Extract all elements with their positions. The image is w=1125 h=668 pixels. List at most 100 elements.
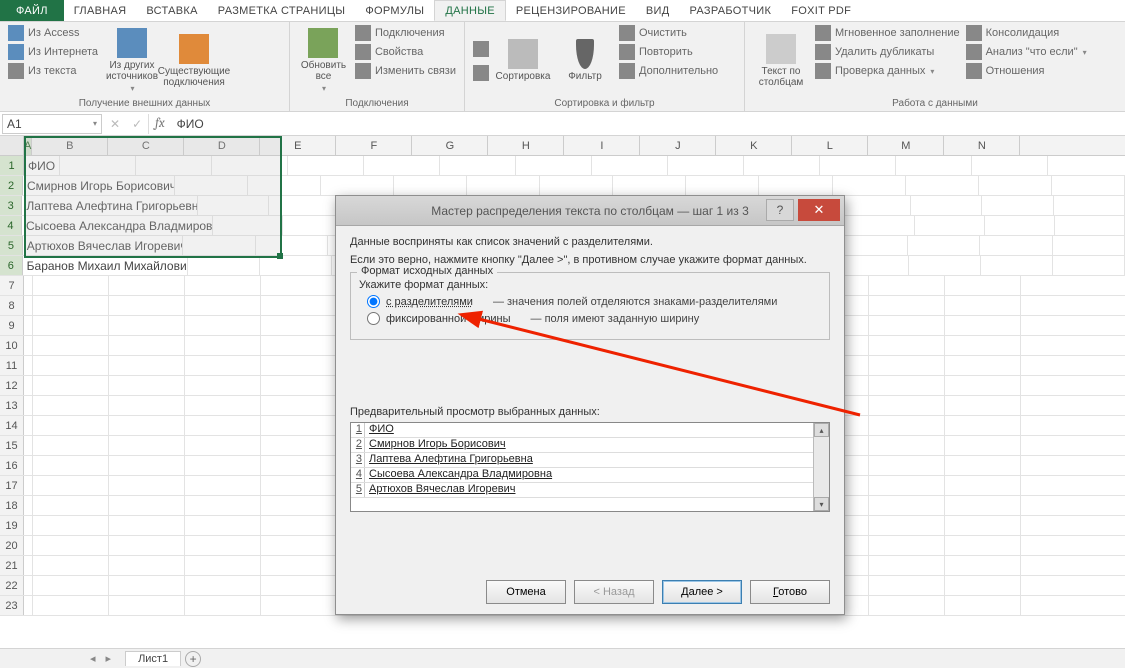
cell[interactable] — [24, 316, 33, 335]
cell[interactable] — [945, 516, 1021, 535]
row-header[interactable]: 10 — [0, 336, 24, 355]
cell[interactable] — [185, 556, 261, 575]
cell[interactable] — [261, 516, 337, 535]
cell[interactable] — [981, 256, 1053, 275]
cell[interactable] — [869, 436, 945, 455]
cell[interactable] — [109, 536, 185, 555]
column-header-N[interactable]: N — [944, 136, 1020, 155]
cell[interactable] — [185, 276, 261, 295]
row-header[interactable]: 8 — [0, 296, 24, 315]
cell[interactable] — [24, 496, 33, 515]
cell[interactable] — [24, 336, 33, 355]
cell[interactable] — [198, 196, 269, 215]
row-header[interactable]: 3 — [0, 196, 22, 215]
cell[interactable] — [185, 576, 261, 595]
cell[interactable] — [109, 596, 185, 615]
properties-button[interactable]: Свойства — [355, 44, 456, 60]
cell[interactable] — [185, 456, 261, 475]
cell[interactable] — [109, 376, 185, 395]
reapply-button[interactable]: Повторить — [619, 44, 718, 60]
connections-button[interactable]: Подключения — [355, 25, 456, 41]
row-header[interactable]: 1 — [0, 156, 24, 175]
cell[interactable] — [261, 596, 337, 615]
data-validation-button[interactable]: Проверка данных▾ — [815, 63, 960, 79]
cell[interactable] — [516, 156, 592, 175]
cell[interactable] — [185, 416, 261, 435]
tab-home[interactable]: ГЛАВНАЯ — [64, 0, 137, 21]
cell[interactable] — [33, 316, 109, 335]
cell[interactable] — [686, 176, 759, 195]
cell[interactable] — [869, 396, 945, 415]
cell[interactable] — [109, 336, 185, 355]
text-to-columns-button[interactable]: Текст по столбцам — [753, 25, 809, 96]
cell[interactable] — [175, 176, 248, 195]
cell[interactable] — [33, 356, 109, 375]
cell[interactable] — [908, 236, 980, 255]
cell[interactable] — [24, 296, 33, 315]
column-header-C[interactable]: C — [108, 136, 184, 155]
row-header[interactable]: 14 — [0, 416, 24, 435]
cell[interactable] — [744, 156, 820, 175]
cancel-button[interactable]: Отмена — [486, 580, 566, 604]
cell[interactable] — [869, 316, 945, 335]
radio-fixed-width[interactable] — [367, 312, 380, 325]
cell[interactable] — [33, 336, 109, 355]
cell[interactable] — [33, 436, 109, 455]
remove-duplicates-button[interactable]: Удалить дубликаты — [815, 44, 960, 60]
cell[interactable] — [24, 516, 33, 535]
cell[interactable] — [183, 236, 255, 255]
cell[interactable] — [33, 296, 109, 315]
tab-developer[interactable]: РАЗРАБОТЧИК — [679, 0, 781, 21]
column-header-M[interactable]: M — [868, 136, 944, 155]
cell[interactable] — [109, 296, 185, 315]
row-header[interactable]: 19 — [0, 516, 24, 535]
cell[interactable] — [896, 156, 972, 175]
cell[interactable] — [24, 376, 33, 395]
cell[interactable] — [945, 296, 1021, 315]
cell[interactable] — [188, 256, 260, 275]
cell[interactable] — [33, 536, 109, 555]
cell[interactable] — [1053, 236, 1125, 255]
cell[interactable] — [185, 396, 261, 415]
cell[interactable] — [212, 156, 288, 175]
column-header-K[interactable]: K — [716, 136, 792, 155]
cell[interactable] — [261, 416, 337, 435]
cell[interactable] — [185, 516, 261, 535]
cell[interactable] — [261, 336, 337, 355]
cell[interactable] — [109, 276, 185, 295]
scroll-up-icon[interactable]: ▴ — [814, 423, 829, 437]
cell[interactable] — [60, 156, 136, 175]
column-header-J[interactable]: J — [640, 136, 716, 155]
cell[interactable] — [835, 236, 907, 255]
column-header-D[interactable]: D — [184, 136, 260, 155]
cell[interactable] — [869, 556, 945, 575]
cell[interactable] — [915, 216, 985, 235]
tab-file[interactable]: ФАЙЛ — [0, 0, 64, 21]
cell[interactable] — [985, 216, 1055, 235]
cell[interactable] — [109, 556, 185, 575]
from-text-button[interactable]: Из текста — [8, 63, 98, 79]
sheet-nav-next[interactable]: ▸ — [106, 652, 112, 665]
cell[interactable] — [248, 176, 321, 195]
cell[interactable] — [869, 476, 945, 495]
cell[interactable] — [945, 556, 1021, 575]
cell[interactable] — [33, 596, 109, 615]
cell[interactable] — [33, 416, 109, 435]
cell[interactable] — [185, 376, 261, 395]
cell[interactable] — [261, 496, 337, 515]
cell[interactable] — [185, 536, 261, 555]
advanced-filter-button[interactable]: Дополнительно — [619, 63, 718, 79]
dialog-title-bar[interactable]: Мастер распределения текста по столбцам … — [336, 196, 844, 226]
cell[interactable] — [1053, 256, 1125, 275]
preview-scrollbar[interactable]: ▴ ▾ — [813, 423, 829, 511]
cell[interactable] — [945, 416, 1021, 435]
cell[interactable] — [668, 156, 744, 175]
cell[interactable] — [109, 396, 185, 415]
row-header[interactable]: 22 — [0, 576, 24, 595]
cell[interactable] — [837, 256, 909, 275]
tab-insert[interactable]: ВСТАВКА — [136, 0, 207, 21]
column-header-L[interactable]: L — [792, 136, 868, 155]
cell[interactable] — [540, 176, 613, 195]
from-access-button[interactable]: Из Access — [8, 25, 98, 41]
cell[interactable]: Лаптева Алефтина Григорьевна — [22, 196, 197, 215]
